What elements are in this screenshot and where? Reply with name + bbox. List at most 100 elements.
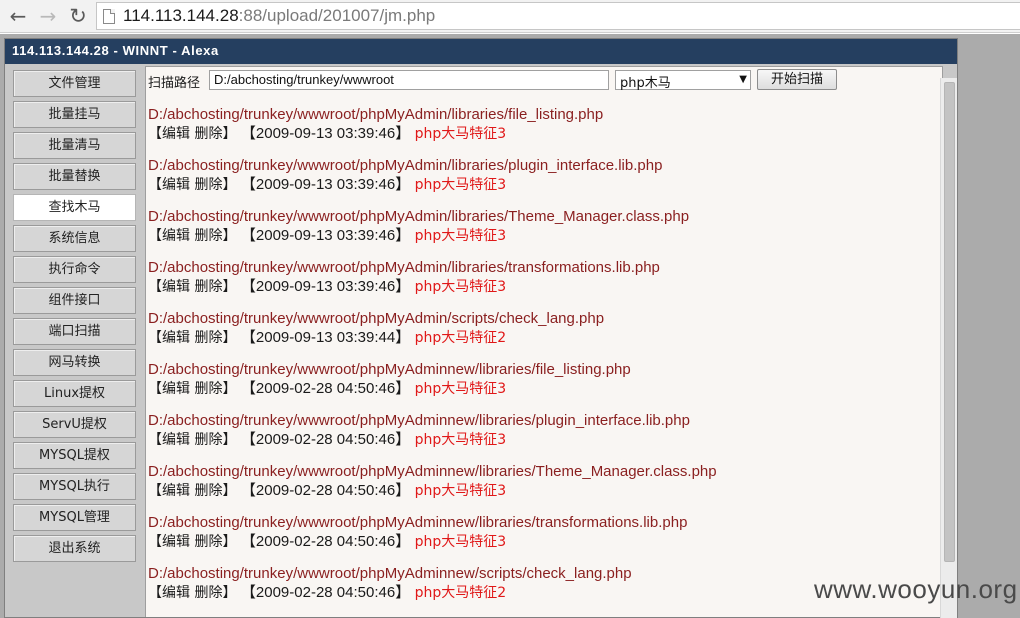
result-actions-links[interactable]: 【编辑 删除】 bbox=[148, 585, 236, 601]
url-host: 114.113.144.28 bbox=[123, 6, 239, 25]
sidebar-item-15[interactable]: MYSQL管理 bbox=[13, 504, 136, 531]
result-signature: php大马特征3 bbox=[414, 432, 507, 448]
result-item: D:/abchosting/trunkey/wwwroot/phpMyAdmin… bbox=[148, 360, 928, 411]
result-signature: php大马特征3 bbox=[414, 279, 507, 295]
sidebar-item-12[interactable]: ServU提权 bbox=[13, 411, 136, 438]
result-date: 【2009-02-28 04:50:46】 bbox=[240, 431, 411, 448]
result-actions-links[interactable]: 【编辑 删除】 bbox=[148, 483, 236, 499]
result-signature: php大马特征3 bbox=[414, 228, 507, 244]
result-file-path: D:/abchosting/trunkey/wwwroot/phpMyAdmin… bbox=[148, 412, 690, 429]
vertical-scrollbar[interactable] bbox=[940, 78, 957, 618]
result-file-path: D:/abchosting/trunkey/wwwroot/phpMyAdmin… bbox=[148, 310, 605, 327]
scan-type-value: php木马 bbox=[620, 76, 671, 91]
scan-type-select[interactable]: php木马 ▼ bbox=[615, 70, 751, 91]
sidebar-item-16[interactable]: 退出系统 bbox=[13, 535, 136, 562]
scan-path-label: 扫描路径 bbox=[148, 76, 201, 91]
result-file-path: D:/abchosting/trunkey/wwwroot/phpMyAdmin… bbox=[148, 361, 631, 378]
result-item: D:/abchosting/trunkey/wwwroot/phpMyAdmin… bbox=[148, 564, 928, 615]
sidebar-item-5[interactable]: 查找木马 bbox=[13, 194, 136, 221]
result-meta: 【编辑 删除】 【2009-02-28 04:50:46】 php大马特征3 bbox=[148, 532, 928, 552]
result-signature: php大马特征3 bbox=[414, 534, 507, 550]
result-actions-links[interactable]: 【编辑 删除】 bbox=[148, 432, 236, 448]
result-signature: php大马特征3 bbox=[414, 126, 507, 142]
result-meta: 【编辑 删除】 【2009-02-28 04:50:46】 php大马特征2 bbox=[148, 583, 928, 603]
sidebar-item-6[interactable]: 系统信息 bbox=[13, 225, 136, 252]
forward-arrow-icon[interactable]: → bbox=[36, 4, 60, 28]
result-item: D:/abchosting/trunkey/wwwroot/phpMyAdmin… bbox=[148, 462, 928, 513]
result-meta: 【编辑 删除】 【2009-09-13 03:39:46】 php大马特征3 bbox=[148, 226, 928, 246]
result-signature: php大马特征2 bbox=[414, 330, 507, 346]
result-signature: php大马特征3 bbox=[414, 177, 507, 193]
result-actions-links[interactable]: 【编辑 删除】 bbox=[148, 177, 236, 193]
result-item: D:/abchosting/trunkey/wwwroot/phpMyAdmin… bbox=[148, 258, 928, 309]
watermark: www.wooyun.org bbox=[814, 574, 1018, 604]
url-path: :88/upload/201007/jm.php bbox=[238, 6, 436, 25]
result-date: 【2009-09-13 03:39:44】 bbox=[240, 329, 411, 346]
result-file-path: D:/abchosting/trunkey/wwwroot/phpMyAdmin… bbox=[148, 157, 663, 174]
sidebar: 文件管理批量挂马批量清马批量替换查找木马系统信息执行命令组件接口端口扫描网马转换… bbox=[5, 64, 145, 617]
scrollbar-thumb[interactable] bbox=[944, 82, 955, 562]
sidebar-item-13[interactable]: MYSQL提权 bbox=[13, 442, 136, 469]
result-date: 【2009-09-13 03:39:46】 bbox=[240, 278, 411, 295]
result-meta: 【编辑 删除】 【2009-09-13 03:39:46】 php大马特征3 bbox=[148, 277, 928, 297]
window-title: 114.113.144.28 - WINNT - Alexa bbox=[5, 39, 957, 64]
result-item: D:/abchosting/trunkey/wwwroot/phpMyAdmin… bbox=[148, 513, 928, 564]
sidebar-item-14[interactable]: MYSQL执行 bbox=[13, 473, 136, 500]
sidebar-item-7[interactable]: 执行命令 bbox=[13, 256, 136, 283]
sidebar-item-11[interactable]: Linux提权 bbox=[13, 380, 136, 407]
result-date: 【2009-09-13 03:39:46】 bbox=[240, 125, 411, 142]
result-file-path: D:/abchosting/trunkey/wwwroot/phpMyAdmin… bbox=[148, 514, 688, 531]
result-date: 【2009-02-28 04:50:46】 bbox=[240, 533, 411, 550]
sidebar-item-8[interactable]: 组件接口 bbox=[13, 287, 136, 314]
result-file-path: D:/abchosting/trunkey/wwwroot/phpMyAdmin… bbox=[148, 565, 632, 582]
url-text[interactable]: 114.113.144.28:88/upload/201007/jm.php bbox=[123, 6, 435, 26]
result-actions-links[interactable]: 【编辑 删除】 bbox=[148, 126, 236, 142]
sidebar-item-2[interactable]: 批量挂马 bbox=[13, 101, 136, 128]
result-date: 【2009-09-13 03:39:46】 bbox=[240, 176, 411, 193]
sidebar-item-10[interactable]: 网马转换 bbox=[13, 349, 136, 376]
result-file-path: D:/abchosting/trunkey/wwwroot/phpMyAdmin… bbox=[148, 106, 604, 123]
result-actions-links[interactable]: 【编辑 删除】 bbox=[148, 534, 236, 550]
sidebar-item-4[interactable]: 批量替换 bbox=[13, 163, 136, 190]
result-signature: php大马特征3 bbox=[414, 381, 507, 397]
result-actions-links[interactable]: 【编辑 删除】 bbox=[148, 279, 236, 295]
result-date: 【2009-02-28 04:50:46】 bbox=[240, 380, 411, 397]
scan-form: 扫描路径 D:/abchosting/trunkey/wwwroot php木马… bbox=[146, 67, 942, 93]
browser-toolbar: ← → ↻ 114.113.144.28:88/upload/201007/jm… bbox=[0, 0, 1020, 33]
result-file-path: D:/abchosting/trunkey/wwwroot/phpMyAdmin… bbox=[148, 259, 660, 276]
result-item: D:/abchosting/trunkey/wwwroot/phpMyAdmin… bbox=[148, 411, 928, 462]
result-actions-links[interactable]: 【编辑 删除】 bbox=[148, 330, 236, 346]
scan-results: D:/abchosting/trunkey/wwwroot/phpMyAdmin… bbox=[148, 105, 928, 615]
result-item: D:/abchosting/trunkey/wwwroot/phpMyAdmin… bbox=[148, 105, 928, 156]
page-icon bbox=[103, 9, 115, 24]
page-viewport: 114.113.144.28 - WINNT - Alexa 文件管理批量挂马批… bbox=[0, 34, 1020, 618]
result-actions-links[interactable]: 【编辑 删除】 bbox=[148, 228, 236, 244]
result-file-path: D:/abchosting/trunkey/wwwroot/phpMyAdmin… bbox=[148, 208, 690, 225]
scan-path-input[interactable]: D:/abchosting/trunkey/wwwroot bbox=[209, 70, 609, 90]
sidebar-item-1[interactable]: 文件管理 bbox=[13, 70, 136, 97]
start-scan-button[interactable]: 开始扫描 bbox=[757, 69, 837, 90]
result-signature: php大马特征2 bbox=[414, 585, 507, 601]
result-date: 【2009-09-13 03:39:46】 bbox=[240, 227, 411, 244]
main-content: 扫描路径 D:/abchosting/trunkey/wwwroot php木马… bbox=[145, 66, 943, 617]
result-actions-links[interactable]: 【编辑 删除】 bbox=[148, 381, 236, 397]
sidebar-item-9[interactable]: 端口扫描 bbox=[13, 318, 136, 345]
result-meta: 【编辑 删除】 【2009-09-13 03:39:46】 php大马特征3 bbox=[148, 175, 928, 195]
address-bar[interactable]: 114.113.144.28:88/upload/201007/jm.php bbox=[96, 2, 1020, 30]
result-file-path: D:/abchosting/trunkey/wwwroot/phpMyAdmin… bbox=[148, 463, 717, 480]
result-item: D:/abchosting/trunkey/wwwroot/phpMyAdmin… bbox=[148, 156, 928, 207]
result-date: 【2009-02-28 04:50:46】 bbox=[240, 482, 411, 499]
result-meta: 【编辑 删除】 【2009-02-28 04:50:46】 php大马特征3 bbox=[148, 430, 928, 450]
result-meta: 【编辑 删除】 【2009-02-28 04:50:46】 php大马特征3 bbox=[148, 379, 928, 399]
sidebar-item-3[interactable]: 批量清马 bbox=[13, 132, 136, 159]
reload-icon[interactable]: ↻ bbox=[66, 4, 90, 28]
dropdown-arrow-icon: ▼ bbox=[739, 74, 747, 85]
result-meta: 【编辑 删除】 【2009-09-13 03:39:44】 php大马特征2 bbox=[148, 328, 928, 348]
result-meta: 【编辑 删除】 【2009-02-28 04:50:46】 php大马特征3 bbox=[148, 481, 928, 501]
back-arrow-icon[interactable]: ← bbox=[6, 4, 30, 28]
result-item: D:/abchosting/trunkey/wwwroot/phpMyAdmin… bbox=[148, 207, 928, 258]
result-meta: 【编辑 删除】 【2009-09-13 03:39:46】 php大马特征3 bbox=[148, 124, 928, 144]
result-date: 【2009-02-28 04:50:46】 bbox=[240, 584, 411, 601]
result-signature: php大马特征3 bbox=[414, 483, 507, 499]
result-item: D:/abchosting/trunkey/wwwroot/phpMyAdmin… bbox=[148, 309, 928, 360]
